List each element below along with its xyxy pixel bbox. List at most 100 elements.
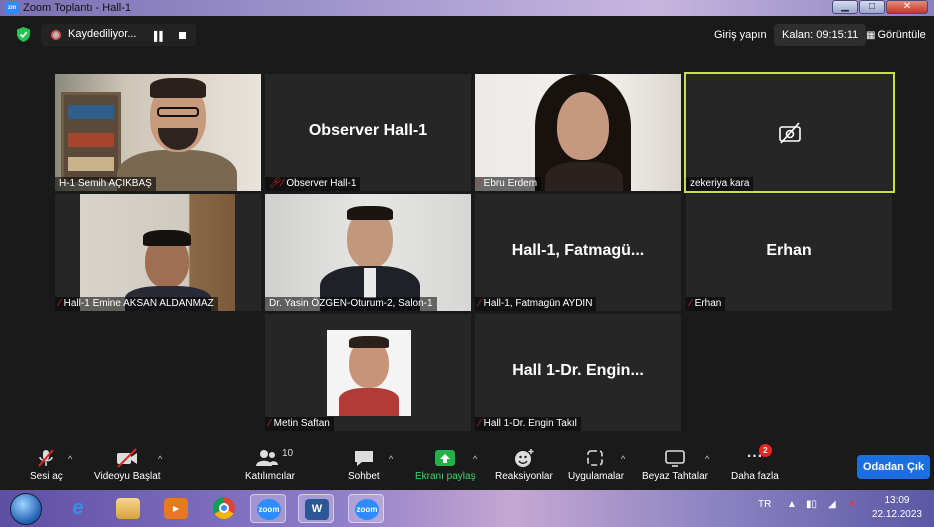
unmute-button[interactable]: Sesi aç: [30, 448, 63, 482]
windows-start-icon[interactable]: [10, 493, 42, 525]
muted-mic-icon: ⁄: [690, 298, 692, 309]
more-dots-icon: ··· 2: [740, 444, 772, 468]
more-label: Daha fazla: [731, 471, 779, 482]
chat-icon: [354, 451, 373, 466]
participant-name-tag: ⁄ Hall-1 Emine AKSAN ALDANMAZ: [55, 297, 218, 311]
action-center-icon[interactable]: ▮▯: [806, 499, 817, 510]
stop-recording-icon[interactable]: [179, 32, 186, 39]
participants-icon: 10: [245, 448, 295, 468]
notification-badge: 2: [758, 444, 772, 457]
window-titlebar: zm Zoom Toplantı - Hall-1 ▁ □ ✕: [0, 0, 934, 16]
apps-icon: [587, 450, 603, 466]
clock-time: 13:09: [884, 495, 910, 506]
participant-tile[interactable]: H-1 Semih AÇIKBAŞ: [55, 74, 261, 191]
participant-display-name: Observer Hall-1: [308, 122, 428, 139]
muted-mic-icon: ⁄: [479, 298, 481, 309]
security-shield-icon[interactable]: [17, 27, 30, 42]
chrome-taskbar-icon[interactable]: [206, 494, 242, 523]
participant-tile[interactable]: Dr. Yasin ÖZGEN-Oturum-2, Salon-1: [265, 194, 471, 311]
muted-mic-icon: ⁄: [269, 418, 271, 429]
video-options-chevron-icon[interactable]: ^: [158, 454, 162, 464]
windows-taskbar: e ▶ zoom W zoom TR ▲ ▮▯ ◢ ✕ 13:09 22.12.…: [0, 490, 934, 527]
volume-muted-icon[interactable]: ✕: [848, 499, 856, 510]
participant-name-tag: H-1 Semih AÇIKBAŞ: [55, 177, 156, 191]
recording-dot-icon: [51, 30, 61, 40]
system-clock[interactable]: 13:09 22.12.2023: [872, 494, 922, 522]
window-controls: ▁ □ ✕: [832, 0, 928, 14]
video-off-icon: [117, 448, 138, 468]
whiteboards-label: Beyaz Tahtalar: [642, 471, 708, 482]
participants-label: Katılımcılar: [245, 471, 296, 482]
whiteboards-button[interactable]: Beyaz Tahtalar: [642, 448, 708, 482]
meeting-toolbar: Sesi aç ^ Videoyu Başlat ^ 10 Katılımcıl…: [0, 434, 934, 490]
share-options-chevron-icon[interactable]: ^: [473, 454, 477, 464]
share-screen-button[interactable]: Ekranı paylaş: [415, 448, 476, 482]
file-explorer-taskbar-icon[interactable]: [110, 494, 146, 523]
participant-name-tag: ⁄ Ebru Erdem: [475, 177, 542, 191]
word-taskbar-icon[interactable]: W: [298, 494, 334, 523]
view-button[interactable]: ▦ Görüntüle: [862, 24, 930, 46]
meeting-topbar: Kaydediliyor... ▌▌ Giriş yapın Kalan: 09…: [0, 16, 934, 54]
participant-display-name: Hall 1-Dr. Engin...: [512, 362, 644, 379]
profile-photo: [327, 330, 411, 416]
audio-options-chevron-icon[interactable]: ^: [68, 454, 72, 464]
participant-display-name: Erhan: [766, 242, 812, 259]
participants-count: 10: [282, 448, 294, 459]
chat-button[interactable]: Sohbet: [348, 448, 380, 482]
whiteboard-options-chevron-icon[interactable]: ^: [705, 454, 709, 464]
participants-button[interactable]: 10 Katılımcılar: [245, 448, 295, 482]
time-remaining: Kalan: 09:15:11: [774, 24, 867, 46]
reactions-button[interactable]: Reaksiyonlar: [495, 448, 553, 482]
leave-meeting-button[interactable]: Odadan Çık: [857, 455, 930, 479]
participant-name-tag: 🎤︎⁄ Observer Hall-1: [265, 177, 361, 191]
reactions-icon: [514, 449, 534, 467]
zoom-app-icon: zm: [5, 2, 19, 14]
participant-name-tag: zekeriya kara: [686, 177, 754, 191]
close-button[interactable]: ✕: [886, 0, 928, 14]
participant-tile[interactable]: ⁄ Metin Saftan: [265, 314, 471, 431]
pause-recording-icon[interactable]: ▌▌: [154, 31, 166, 41]
participant-tile[interactable]: Hall 1-Dr. Engin... ⁄ Hall 1-Dr. Engin Ta…: [475, 314, 681, 431]
grid-view-icon: ▦: [866, 30, 876, 41]
tray-expand-chevron-icon[interactable]: ▲: [787, 499, 797, 510]
participant-tile[interactable]: Erhan ⁄ Erhan: [686, 194, 892, 311]
muted-mic-icon: 🎤︎⁄: [269, 178, 284, 189]
media-player-taskbar-icon[interactable]: ▶: [158, 494, 194, 523]
sign-in-button[interactable]: Giriş yapın: [706, 24, 775, 46]
participant-tile[interactable]: ⁄ Ebru Erdem: [475, 74, 681, 191]
participant-name-tag: ⁄ Erhan: [686, 297, 726, 311]
mic-muted-icon: [38, 449, 55, 467]
participant-name-tag: ⁄ Hall-1, Fatmagün AYDIN: [475, 297, 597, 311]
apps-label: Uygulamalar: [568, 471, 625, 482]
muted-mic-icon: ⁄: [479, 418, 481, 429]
participant-name-tag: Dr. Yasin ÖZGEN-Oturum-2, Salon-1: [265, 297, 437, 311]
internet-explorer-taskbar-icon[interactable]: e: [60, 494, 96, 523]
camera-off-icon: [779, 122, 801, 144]
reactions-label: Reaksiyonlar: [495, 471, 553, 482]
muted-mic-icon: ⁄: [59, 298, 61, 309]
participant-tile-active-speaker[interactable]: zekeriya kara: [684, 72, 895, 193]
chat-options-chevron-icon[interactable]: ^: [389, 454, 393, 464]
person-face: [557, 92, 609, 160]
participant-display-name: Hall-1, Fatmagü...: [511, 242, 645, 259]
share-screen-icon: [435, 450, 456, 466]
participant-tile[interactable]: Observer Hall-1 🎤︎⁄ Observer Hall-1: [265, 74, 471, 191]
maximize-button[interactable]: □: [859, 0, 885, 14]
minimize-button[interactable]: ▁: [832, 0, 858, 14]
share-screen-label: Ekranı paylaş: [415, 471, 476, 482]
muted-mic-icon: ⁄: [479, 178, 481, 189]
apps-button[interactable]: Uygulamalar: [568, 448, 624, 482]
zoom-taskbar-icon[interactable]: zoom: [250, 494, 286, 523]
zoom-meeting-taskbar-icon[interactable]: zoom: [348, 494, 384, 523]
start-video-button[interactable]: Videoyu Başlat: [94, 448, 161, 482]
participant-tile[interactable]: ⁄ Hall-1 Emine AKSAN ALDANMAZ: [55, 194, 261, 311]
more-button[interactable]: ··· 2 Daha fazla: [731, 444, 779, 482]
video-gallery: H-1 Semih AÇIKBAŞ Observer Hall-1 🎤︎⁄ Obs…: [0, 54, 934, 434]
apps-options-chevron-icon[interactable]: ^: [621, 454, 625, 464]
window-title: Zoom Toplantı - Hall-1: [23, 2, 132, 14]
language-indicator[interactable]: TR: [758, 499, 771, 510]
participant-tile[interactable]: Hall-1, Fatmagü... ⁄ Hall-1, Fatmagün AYD…: [475, 194, 681, 311]
network-signal-icon[interactable]: ◢: [828, 499, 836, 510]
recording-label: Kaydediliyor...: [68, 28, 137, 40]
recording-indicator: Kaydediliyor... ▌▌: [41, 24, 196, 46]
